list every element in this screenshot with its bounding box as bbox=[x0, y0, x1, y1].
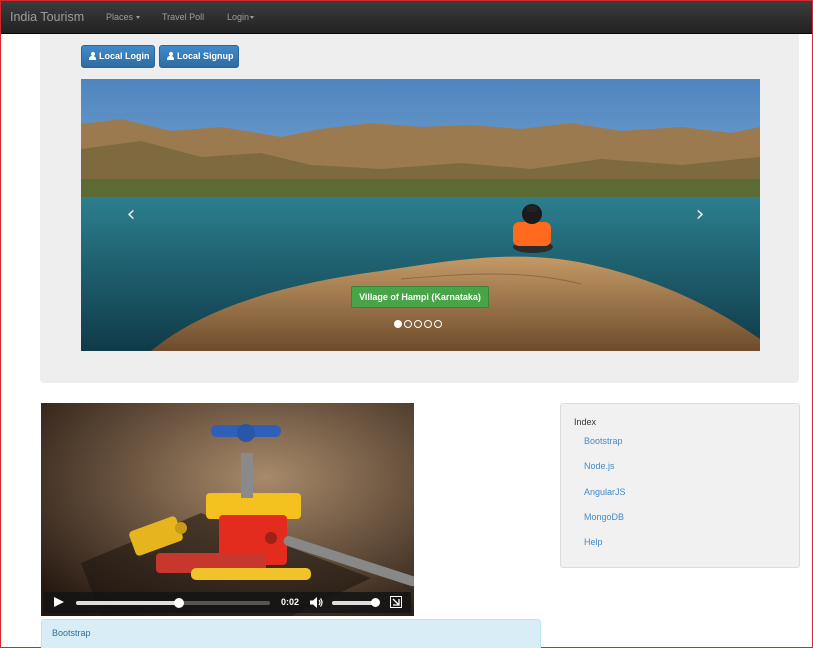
jumbotron: Local Login Local Signup ‹ › Village of … bbox=[40, 34, 799, 383]
nav-travel-poll-label: Travel Poll bbox=[162, 12, 205, 22]
progress-bar[interactable] bbox=[76, 598, 270, 608]
video-player[interactable]: 0:02 bbox=[41, 403, 414, 616]
carousel-caption: Village of Hampi (Karnataka) bbox=[351, 286, 489, 308]
volume-icon[interactable] bbox=[310, 597, 324, 608]
carousel-indicator[interactable] bbox=[404, 320, 412, 328]
image-carousel: ‹ › Village of Hampi (Karnataka) bbox=[81, 79, 760, 351]
carousel-indicators bbox=[394, 320, 444, 329]
nav-places-label: Places bbox=[106, 12, 134, 22]
progress-handle[interactable] bbox=[173, 598, 184, 608]
chevron-down-icon bbox=[136, 16, 141, 20]
volume-fill bbox=[332, 601, 376, 605]
index-sidebar: Index Bootstrap Node.js AngularJS MongoD… bbox=[560, 403, 800, 568]
carousel-prev-button[interactable]: ‹ bbox=[119, 200, 143, 230]
carousel-indicator[interactable] bbox=[434, 320, 442, 328]
local-login-button[interactable]: Local Login bbox=[81, 45, 155, 68]
sidebar-link-nodejs[interactable]: Node.js bbox=[584, 461, 615, 471]
brand-link[interactable]: India Tourism bbox=[10, 10, 84, 24]
nav-login-label: Login bbox=[227, 12, 250, 22]
video-frame bbox=[41, 403, 414, 616]
carousel-indicator[interactable] bbox=[424, 320, 432, 328]
sidebar-link-angularjs[interactable]: AngularJS bbox=[584, 487, 626, 497]
carousel-next-button[interactable]: › bbox=[688, 200, 712, 230]
sidebar-link-help[interactable]: Help bbox=[584, 537, 603, 547]
local-signup-button[interactable]: Local Signup bbox=[159, 45, 239, 68]
sidebar-title: Index bbox=[574, 417, 597, 427]
carousel-indicator[interactable] bbox=[394, 320, 402, 328]
sidebar-link-mongodb[interactable]: MongoDB bbox=[584, 512, 624, 522]
nav-travel-poll[interactable]: Travel Poll bbox=[162, 12, 204, 22]
carousel-slide-image bbox=[81, 79, 760, 351]
current-time: 0:02 bbox=[281, 597, 300, 607]
nav-places[interactable]: Places bbox=[106, 12, 141, 22]
user-icon bbox=[89, 52, 96, 60]
play-icon[interactable] bbox=[54, 597, 64, 607]
sidebar-link-bootstrap[interactable]: Bootstrap bbox=[584, 436, 623, 446]
chevron-down-icon bbox=[250, 16, 255, 20]
fullscreen-icon[interactable] bbox=[390, 596, 402, 608]
carousel-indicator[interactable] bbox=[414, 320, 422, 328]
navbar: India Tourism Places Travel Poll Login bbox=[1, 1, 812, 34]
video-controls: 0:02 bbox=[44, 592, 411, 613]
panel-title: Bootstrap bbox=[52, 628, 91, 638]
volume-handle[interactable] bbox=[370, 598, 380, 607]
volume-slider[interactable] bbox=[332, 598, 380, 607]
bootstrap-panel: Bootstrap bbox=[41, 619, 541, 648]
user-icon bbox=[167, 52, 174, 60]
nav-login[interactable]: Login bbox=[227, 12, 255, 22]
local-signup-label: Local Signup bbox=[177, 51, 234, 61]
local-login-label: Local Login bbox=[99, 51, 150, 61]
progress-fill bbox=[76, 601, 179, 605]
